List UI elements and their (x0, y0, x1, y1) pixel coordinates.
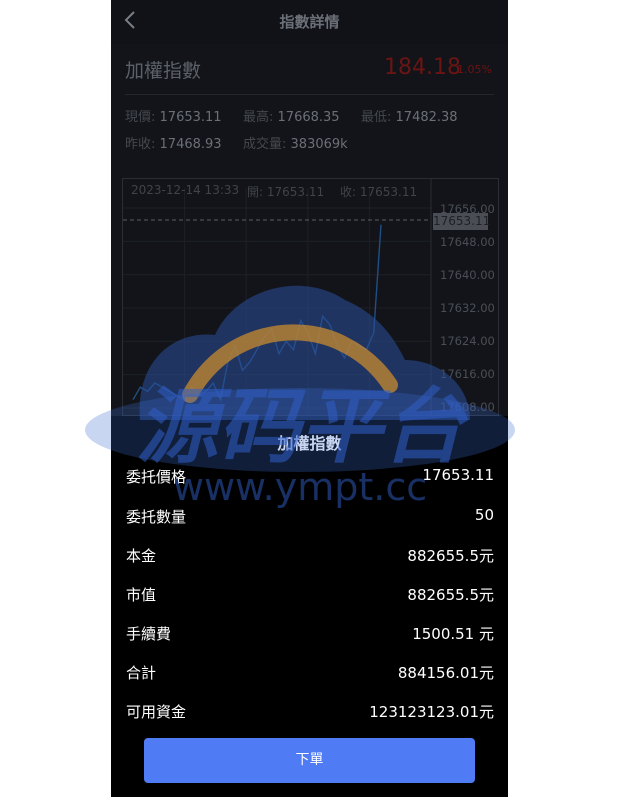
available-funds-value: 123123123.01元 (369, 703, 494, 721)
y-tick: 17608.00 (440, 400, 495, 414)
index-name: 加權指數 (125, 60, 202, 82)
total-value: 884156.01元 (397, 664, 494, 682)
fee-value: 1500.51 元 (412, 625, 494, 643)
stat-low: 最低: 17482.38 (361, 110, 458, 125)
phone-screen: 指數詳情 加權指數 184.18 1.05% 現價: 17653.11 最高: … (111, 0, 508, 797)
index-change-pct: 1.05% (457, 63, 492, 76)
index-price: 184.18 (384, 55, 461, 80)
price-series-line (132, 224, 382, 403)
available-funds-label: 可用資金 (126, 703, 187, 721)
stat-volume: 成交量: 383069k (243, 137, 348, 152)
y-tick: 17624.00 (440, 334, 495, 348)
y-tick: 17648.00 (440, 235, 495, 249)
chart-header-date: 2023-12-14 13:33 (131, 183, 240, 197)
y-tick: 17632.00 (440, 301, 495, 315)
y-tick: 17640.00 (440, 268, 495, 282)
chart-header-close: 收: 17653.11 (340, 185, 418, 199)
divider (125, 94, 494, 95)
page-title: 指數詳情 (279, 13, 340, 31)
order-price-value: 17653.11 (422, 466, 494, 484)
order-price-label: 委托價格 (126, 468, 187, 486)
total-label: 合計 (126, 664, 157, 682)
stat-current: 現價: 17653.11 (125, 110, 222, 125)
market-value-label: 市值 (126, 586, 157, 604)
stat-prev-close: 昨收: 17468.93 (125, 137, 222, 152)
principal-value: 882655.5元 (407, 547, 494, 565)
last-price-label: 17653.11 (433, 213, 491, 230)
stat-high: 最高: 17668.35 (243, 110, 340, 125)
order-sheet-title: 加權指數 (277, 434, 342, 453)
top-bar: 指數詳情 (111, 0, 508, 44)
order-qty-label: 委托數量 (126, 508, 187, 526)
y-tick: 17616.00 (440, 367, 495, 381)
market-value-value: 882655.5元 (407, 586, 494, 604)
place-order-button[interactable]: 下單 (144, 738, 475, 783)
order-qty-value: 50 (474, 506, 494, 524)
fee-label: 手續費 (126, 625, 172, 643)
principal-label: 本金 (126, 547, 157, 565)
chart-header-open: 開: 17653.11 (247, 185, 325, 199)
